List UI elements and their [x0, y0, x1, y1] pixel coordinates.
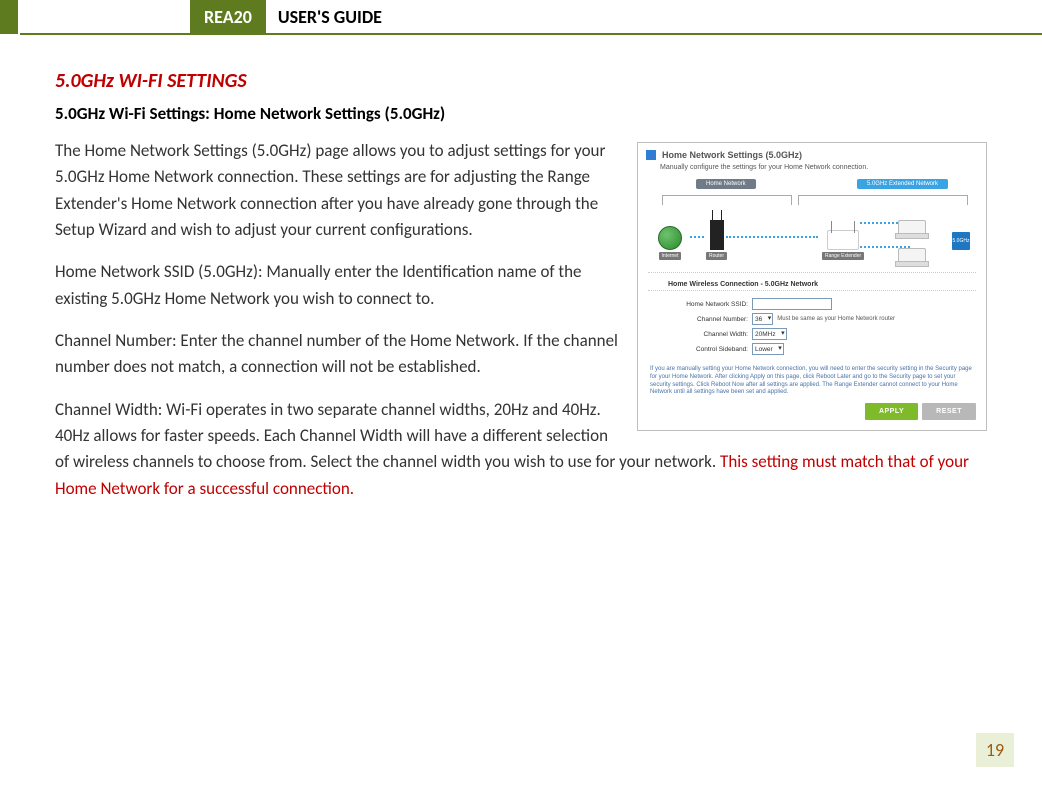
diagram-extender: Range Extender — [822, 230, 864, 260]
panel-note: If you are manually setting your Home Ne… — [638, 360, 986, 403]
ssid-input[interactable] — [752, 298, 832, 310]
diagram-extender-label: Range Extender — [822, 252, 864, 260]
ssid-label: Home Network SSID: — [648, 301, 752, 308]
panel-actions: APPLY RESET — [638, 403, 986, 430]
channel-number-label: Channel Number: — [648, 316, 752, 323]
section-heading: 5.0GHz WI-FI SETTINGS — [55, 69, 987, 93]
diagram-router-label: Router — [706, 252, 727, 260]
row-channel-number: Channel Number: 36 Must be same as your … — [648, 313, 976, 325]
link-dots — [726, 236, 818, 238]
diagram-ext-label: 5.0GHz Extended Network — [857, 179, 948, 189]
bracket-ext — [798, 195, 968, 205]
panel-header: Home Network Settings (5.0GHz) — [638, 143, 986, 164]
control-sideband-label: Control Sideband: — [648, 346, 752, 353]
row-control-sideband: Control Sideband: Lower — [648, 343, 976, 355]
diagram-internet-label: Internet — [659, 252, 682, 260]
channel-width-label: Channel Width: — [648, 331, 752, 338]
link-dots — [690, 236, 704, 238]
header-title: USER'S GUIDE — [266, 0, 382, 33]
row-ssid: Home Network SSID: — [648, 298, 976, 310]
channel-width-select[interactable]: 20MHz — [752, 328, 787, 340]
panel-section-title: Home Wireless Connection - 5.0GHz Networ… — [648, 277, 976, 291]
diagram-router: Router — [706, 220, 727, 260]
page-number: 19 — [976, 733, 1014, 767]
panel-title: Home Network Settings (5.0GHz) — [662, 150, 802, 160]
control-sideband-select[interactable]: Lower — [752, 343, 784, 355]
page-content: 5.0GHz WI-FI SETTINGS 5.0GHz Wi-Fi Setti… — [0, 35, 1042, 518]
paragraph-channel-width-main: Channel Width: Wi-Fi operates in two sep… — [55, 399, 720, 473]
apply-button[interactable]: APPLY — [865, 403, 918, 420]
router-icon — [710, 220, 724, 250]
panel-subtitle: Manually configure the settings for your… — [638, 164, 986, 177]
network-diagram: Home Network 5.0GHz Extended Network Int… — [648, 177, 976, 273]
channel-number-select[interactable]: 36 — [752, 313, 773, 325]
laptop-icon — [898, 248, 926, 264]
fiveg-icon: 5.0GHz — [952, 232, 970, 250]
diagram-laptop — [898, 248, 926, 264]
settings-screenshot-panel: Home Network Settings (5.0GHz) Manually … — [637, 142, 987, 431]
diagram-internet: Internet — [658, 226, 682, 260]
panel-header-icon — [646, 150, 656, 160]
channel-number-hint: Must be same as your Home Network router — [777, 316, 895, 322]
diagram-laptop — [898, 220, 926, 236]
panel-form: Home Network SSID: Channel Number: 36 Mu… — [638, 291, 986, 360]
subsection-heading: 5.0GHz Wi-Fi Settings: Home Network Sett… — [55, 103, 987, 124]
diagram-home-label: Home Network — [696, 179, 756, 189]
document-header: REA20 USER'S GUIDE — [0, 0, 1042, 35]
globe-icon — [658, 226, 682, 250]
reset-button[interactable]: RESET — [922, 403, 976, 420]
diagram-5g-badge: 5.0GHz — [952, 232, 970, 250]
bracket-home — [662, 195, 792, 205]
header-badge: REA20 — [190, 0, 266, 33]
row-channel-width: Channel Width: 20MHz — [648, 328, 976, 340]
laptop-icon — [898, 220, 926, 236]
extender-icon — [827, 230, 859, 250]
